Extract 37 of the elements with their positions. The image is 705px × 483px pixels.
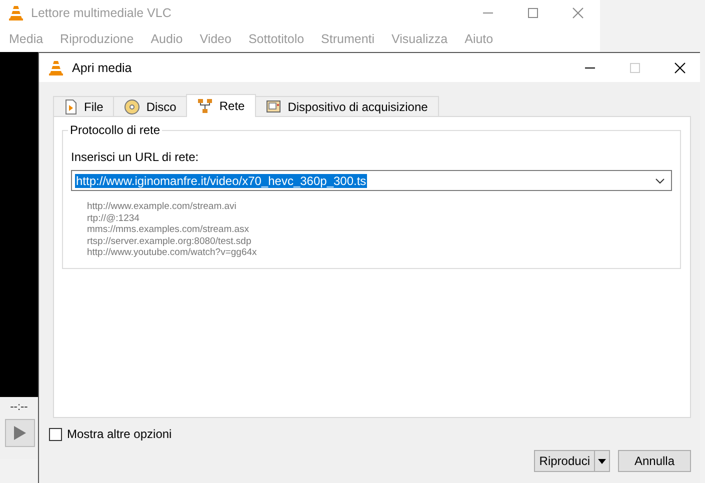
cone-icon	[8, 5, 24, 21]
example-url: mms://mms.examples.com/stream.asx	[87, 224, 250, 236]
checkbox[interactable]	[49, 428, 62, 440]
url-label: Inserisci un URL di rete:	[71, 150, 200, 164]
checkbox-label: Mostra altre opzioni	[67, 427, 172, 441]
tab[interactable]: Dispositivo di acquisizione	[254, 96, 439, 116]
group-title: Protocollo di rete	[68, 123, 162, 137]
menu-item[interactable]: Video	[190, 32, 240, 46]
cancel-button[interactable]: Annulla	[618, 450, 691, 472]
window-title: Lettore multimediale VLC	[31, 6, 172, 20]
play-split-button[interactable]: Riproduci	[534, 450, 610, 472]
play-button[interactable]	[5, 419, 35, 447]
example-url: rtp://@:1234	[87, 212, 140, 224]
network-icon	[197, 98, 214, 114]
menu-item[interactable]: Visualizza	[382, 32, 456, 46]
chevron-down-icon[interactable]	[655, 178, 665, 184]
time-label: --:--	[9, 401, 29, 413]
menu-item[interactable]: Aiuto	[456, 32, 502, 46]
play-icon	[13, 425, 27, 441]
example-url: http://www.example.com/stream.avi	[87, 201, 238, 212]
example-url: rtsp://server.example.org:8080/test.sdp	[87, 236, 252, 247]
close-icon[interactable]	[674, 62, 686, 74]
caret-icon[interactable]	[598, 458, 606, 464]
url-combo-box[interactable]: http://www.iginomanfre.it/video/x70_hevc_360p_300.ts	[71, 170, 672, 191]
tab[interactable]: Rete	[186, 94, 256, 117]
menu-item[interactable]: Sottotitolo	[239, 32, 312, 46]
tab[interactable]: Disco	[113, 96, 188, 116]
menu-item[interactable]: Riproduzione	[51, 32, 142, 46]
capture-device-icon	[266, 98, 282, 114]
menu-item[interactable]: Strumenti	[312, 32, 383, 46]
cone-icon	[48, 60, 64, 76]
maximize-icon[interactable]	[527, 7, 539, 19]
example-url: http://www.youtube.com/watch?v=gg64x	[87, 247, 258, 258]
dialog-title: Apri media	[72, 60, 132, 74]
menu-item[interactable]: Audio	[142, 32, 191, 46]
menu-item[interactable]: Media	[0, 32, 52, 46]
tab[interactable]: File	[53, 96, 114, 116]
